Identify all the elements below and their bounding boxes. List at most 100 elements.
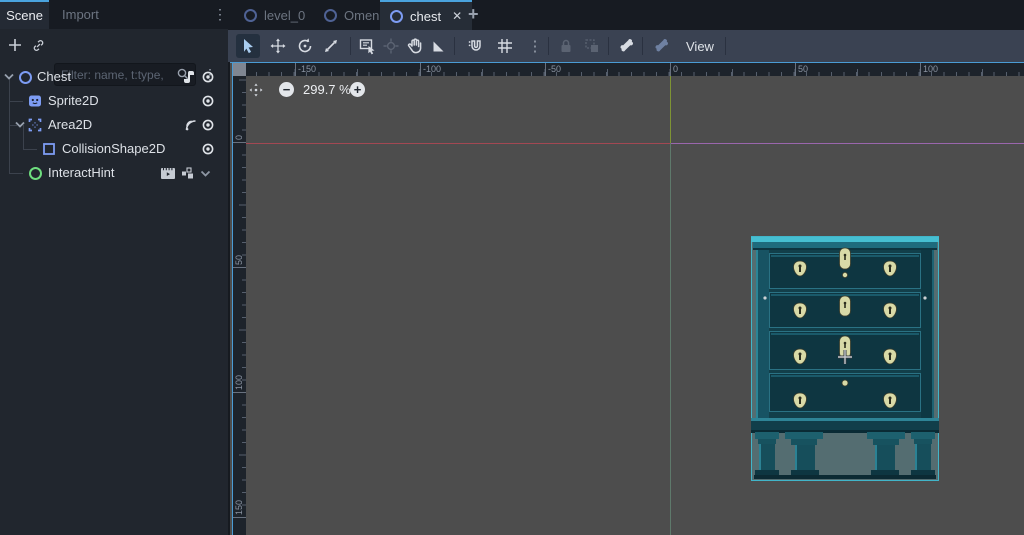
ruler-label: 0 xyxy=(234,134,244,140)
tree-row-collisionshape2d[interactable]: CollisionShape2D xyxy=(0,137,228,161)
close-icon[interactable]: ✕ xyxy=(452,9,462,23)
scene-tree-toolbar: Filter: name, t:type, ⋮ xyxy=(0,30,228,86)
skeleton-options-icon xyxy=(655,39,668,52)
zoom-out-button[interactable]: − xyxy=(279,82,294,97)
scene-dock: Scene Import ⋮ Filter: name, t:type, ⋮ C… xyxy=(0,0,228,535)
tab-label: chest xyxy=(410,8,442,24)
tab-omen[interactable]: Omen xyxy=(314,0,389,30)
ruler-tick xyxy=(233,392,246,393)
groups-icon[interactable] xyxy=(181,167,195,180)
chevron-down-icon[interactable] xyxy=(3,72,15,82)
tab-chest[interactable]: chest ✕ xyxy=(380,0,473,30)
chevron-down-icon[interactable] xyxy=(14,120,26,130)
lock-node-button[interactable] xyxy=(554,34,578,58)
dock-menu-icon[interactable]: ⋮ xyxy=(213,7,227,21)
bone-icon xyxy=(620,39,633,52)
group-icon xyxy=(585,39,598,52)
visibility-icon[interactable] xyxy=(201,70,215,84)
ruler-tick xyxy=(295,63,296,76)
ruler-mid-ticks xyxy=(239,76,246,535)
tree-row-chest[interactable]: Chest xyxy=(0,65,228,89)
ruler-tick xyxy=(795,63,796,76)
area2d-icon xyxy=(28,118,42,132)
tab-level-0[interactable]: level_0 xyxy=(234,0,315,30)
node-name: InteractHint xyxy=(48,165,115,180)
tree-row-area2d[interactable]: Area2D xyxy=(0,113,228,137)
add-icon xyxy=(9,39,21,51)
visibility-icon[interactable] xyxy=(201,118,215,132)
tree-row-sprite2d[interactable]: Sprite2D xyxy=(0,89,228,113)
horizontal-ruler[interactable] xyxy=(233,63,1024,76)
tab-label: level_0 xyxy=(264,7,306,23)
chevron-down-icon[interactable] xyxy=(199,169,212,179)
grid-snap-icon xyxy=(498,39,512,53)
chest-sprite[interactable] xyxy=(751,236,939,481)
pan-tool-icon xyxy=(407,38,422,54)
make-bone-button[interactable] xyxy=(614,34,638,58)
tab-scene-label: Scene xyxy=(6,8,43,23)
ruler-mid-ticks xyxy=(246,69,1024,76)
link-icon xyxy=(33,40,44,51)
scale-tool-icon xyxy=(325,40,337,52)
visibility-icon[interactable] xyxy=(201,94,215,108)
signal-icon[interactable] xyxy=(184,118,198,132)
view-menu-button[interactable]: View xyxy=(678,34,722,58)
canvas-toolbar: ⋮ View xyxy=(228,30,1024,62)
scene-tab-bar: level_0 Omen chest ✕ + xyxy=(228,0,1024,30)
ruler-label: 0 xyxy=(673,64,679,74)
tab-scene[interactable]: Scene xyxy=(0,0,49,29)
group-node-button[interactable] xyxy=(580,34,604,58)
ruler-label: 50 xyxy=(234,254,244,265)
script-icon[interactable] xyxy=(182,70,196,84)
grid-snap-button[interactable] xyxy=(493,34,517,58)
move-tool-icon xyxy=(270,38,286,54)
side-dot xyxy=(763,296,767,300)
ruler-tick xyxy=(233,267,246,268)
y-axis-line xyxy=(670,76,671,143)
pick-pivot-button[interactable] xyxy=(379,34,403,58)
node-name: Area2D xyxy=(48,117,93,132)
tab-import[interactable]: Import xyxy=(56,0,105,29)
node-name: Chest xyxy=(37,69,71,84)
ruler-label: -100 xyxy=(423,64,442,74)
side-dot xyxy=(923,296,927,300)
ruler-label: -50 xyxy=(548,64,562,74)
smart-snap-button[interactable] xyxy=(464,34,488,58)
tree-row-interacthint[interactable]: InteractHint xyxy=(0,161,228,185)
center-view-icon[interactable] xyxy=(248,82,264,98)
ruler-label: 50 xyxy=(798,64,809,74)
node-name: CollisionShape2D xyxy=(62,141,166,156)
smart-snap-icon xyxy=(468,40,481,51)
node-name: Sprite2D xyxy=(48,93,99,108)
rotate-tool-button[interactable] xyxy=(293,34,317,58)
visibility-icon[interactable] xyxy=(201,142,215,156)
vertical-ruler[interactable] xyxy=(233,76,246,535)
move-tool-button[interactable] xyxy=(266,34,290,58)
lock-icon xyxy=(561,39,571,52)
add-node-button[interactable] xyxy=(7,37,23,53)
game-viewport-left-edge xyxy=(670,143,671,535)
zoom-percentage[interactable]: 299.7 % xyxy=(303,82,351,97)
viewport-canvas[interactable]: -150 -100 -50 0 50 100 0 50 100 150 − 29… xyxy=(230,62,1024,535)
node2d-icon xyxy=(19,71,32,84)
film-icon[interactable] xyxy=(160,167,176,180)
list-select-button[interactable] xyxy=(355,34,379,58)
scene-root-icon xyxy=(244,8,257,22)
ruler-tool-button[interactable] xyxy=(427,34,451,58)
x-axis-line xyxy=(246,143,670,144)
sprite2d-icon xyxy=(28,94,42,108)
ruler-tick xyxy=(670,63,671,76)
dock-tab-bar: Scene Import ⋮ xyxy=(0,0,228,29)
ruler-tool-icon xyxy=(433,41,444,52)
scale-tool-button[interactable] xyxy=(319,34,343,58)
select-tool-button[interactable] xyxy=(236,34,260,58)
skeleton-options-button[interactable] xyxy=(649,34,673,58)
tab-label: Omen xyxy=(344,7,380,23)
pan-tool-button[interactable] xyxy=(403,34,427,58)
pick-pivot-icon xyxy=(383,38,399,54)
instance-scene-button[interactable] xyxy=(31,38,46,53)
new-scene-tab-button[interactable]: + xyxy=(468,4,479,25)
drawer-4 xyxy=(769,373,921,412)
zoom-in-button[interactable]: + xyxy=(350,82,365,97)
snap-options-menu-icon[interactable]: ⋮ xyxy=(523,34,547,58)
